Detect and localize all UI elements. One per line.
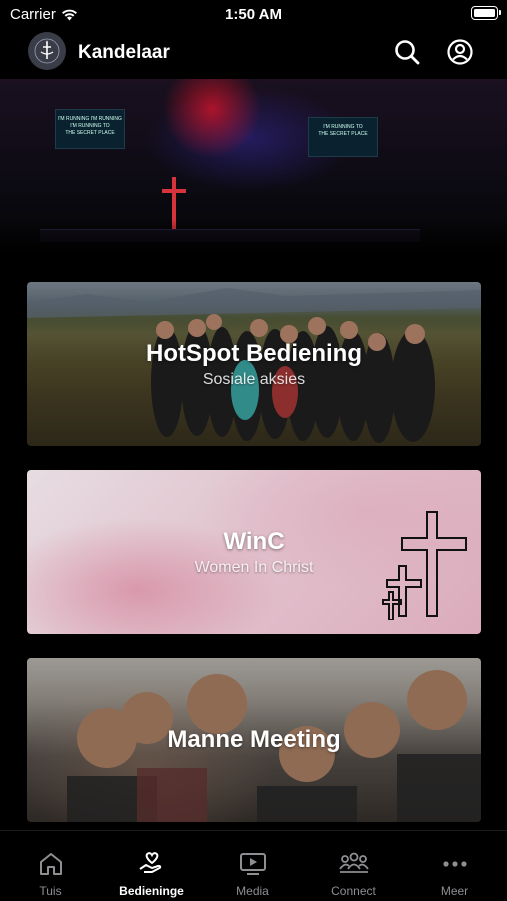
tab-label: Connect <box>331 884 376 898</box>
app-logo <box>28 32 66 70</box>
stage-screen-right: I'M RUNNING TO THE SECRET PLACE <box>308 117 378 157</box>
tab-bedieninge[interactable]: Bedieninge <box>101 831 202 901</box>
ministry-card-hotspot[interactable]: HotSpot Bediening Sosiale aksies <box>27 282 481 446</box>
card-title: WinC <box>223 528 285 555</box>
card-title: HotSpot Bediening <box>146 340 362 367</box>
user-circle-icon <box>447 39 473 65</box>
tab-meer[interactable]: Meer <box>404 831 505 901</box>
people-icon <box>338 852 369 873</box>
tab-bar: Tuis Bedieninge Media Connect Meer <box>0 830 507 901</box>
candlestick-logo-icon <box>34 38 60 64</box>
home-icon <box>39 853 62 875</box>
status-time: 1:50 AM <box>225 6 282 23</box>
tab-media[interactable]: Media <box>202 831 303 901</box>
profile-button[interactable] <box>446 38 474 66</box>
card-title: Manne Meeting <box>167 726 341 753</box>
status-bar: Carrier 1:50 AM <box>0 0 507 28</box>
tab-label: Media <box>236 884 269 898</box>
hand-heart-icon <box>138 852 161 873</box>
hero-banner: I'M RUNNING I'M RUNNING I'M RUNNING TO T… <box>0 79 507 259</box>
tab-label: Bedieninge <box>119 884 184 898</box>
stage-screen-left: I'M RUNNING I'M RUNNING I'M RUNNING TO T… <box>55 109 125 149</box>
app-title: Kandelaar <box>78 42 170 63</box>
battery-icon <box>471 6 501 20</box>
search-button[interactable] <box>393 38 421 66</box>
card-subtitle: Women In Christ <box>194 559 314 576</box>
ministry-card-manne-meeting[interactable]: Manne Meeting <box>27 658 481 822</box>
tab-connect[interactable]: Connect <box>303 831 404 901</box>
tab-label: Tuis <box>39 884 62 898</box>
card-subtitle: Sosiale aksies <box>202 371 306 388</box>
tab-tuis[interactable]: Tuis <box>0 831 101 901</box>
more-icon <box>442 861 467 867</box>
tab-label: Meer <box>440 884 469 898</box>
search-icon <box>395 40 420 65</box>
ministry-card-winc[interactable]: WinC Women In Christ <box>27 470 481 634</box>
app-header: Kandelaar <box>0 28 507 78</box>
play-screen-icon <box>239 853 266 875</box>
